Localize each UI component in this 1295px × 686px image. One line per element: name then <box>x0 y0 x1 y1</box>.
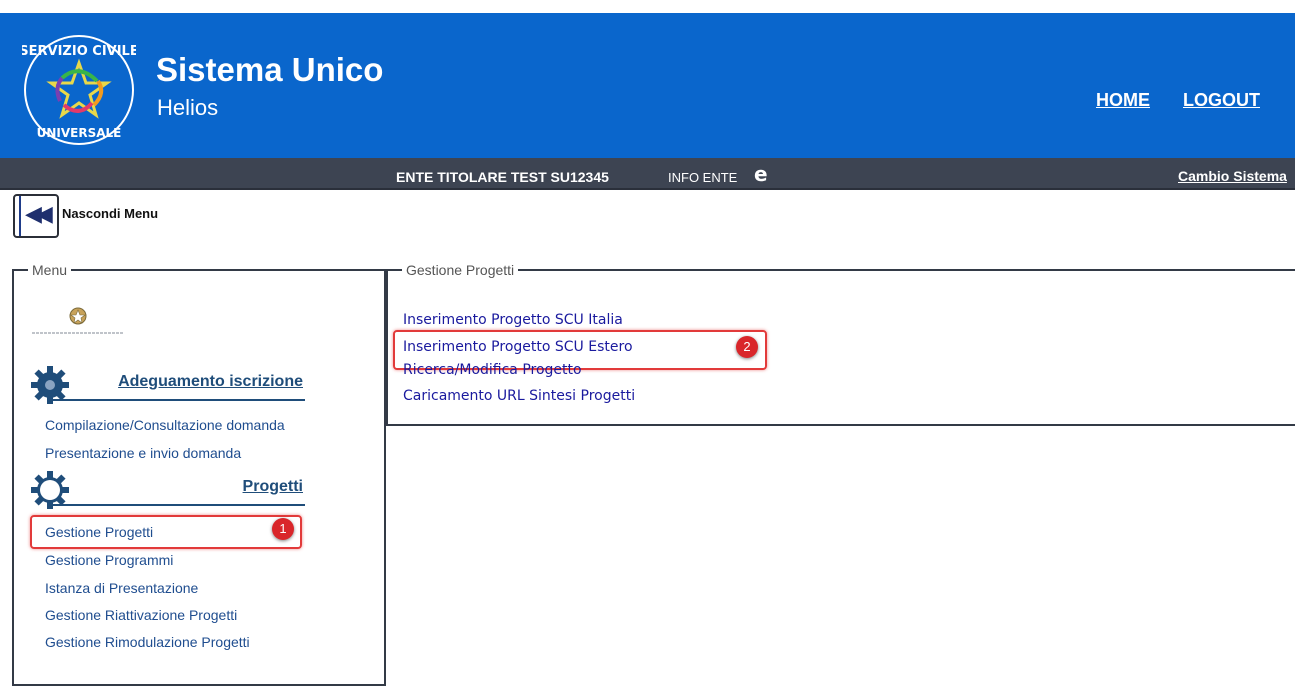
rewind-icon: ◀◀ <box>25 202 53 227</box>
link-caricamento-url[interactable]: Caricamento URL Sintesi Progetti <box>403 388 635 404</box>
link-ricerca-modifica[interactable]: Ricerca/Modifica Progetto <box>403 362 582 378</box>
step-badge-1: 1 <box>272 518 294 540</box>
svg-text:SERVIZIO CIVILE: SERVIZIO CIVILE <box>22 44 136 59</box>
gestione-progetti-legend: Gestione Progetti <box>406 262 515 278</box>
menu-item-gestione-programmi[interactable]: Gestione Programmi <box>45 552 173 568</box>
hide-menu-label[interactable]: Nascondi Menu <box>62 206 158 221</box>
home-link[interactable]: HOME <box>1096 90 1150 111</box>
entity-bar: ENTE TITOLARE TEST SU12345 INFO ENTE e C… <box>0 158 1295 190</box>
app-subtitle: Helios <box>157 95 219 120</box>
servizio-civile-logo: SERVIZIO CIVILE UNIVERSALE <box>22 35 136 145</box>
link-inserimento-italia[interactable]: Inserimento Progetto SCU Italia <box>403 312 623 328</box>
menu-item-compilazione[interactable]: Compilazione/Consultazione domanda <box>45 417 285 433</box>
hide-menu-button[interactable]: ◀◀ <box>13 194 59 238</box>
link-inserimento-estero[interactable]: Inserimento Progetto SCU Estero <box>403 339 633 355</box>
italian-republic-emblem <box>32 307 124 334</box>
app-header: SERVIZIO CIVILE UNIVERSALE Sistema Unico… <box>0 13 1295 158</box>
menu-legend: Menu <box>32 262 68 278</box>
section-adeguamento: Adeguamento iscrizione <box>30 365 305 405</box>
app-title: Sistema Unico <box>156 51 384 88</box>
section-progetti: Progetti <box>30 470 305 510</box>
menu-item-riattivazione[interactable]: Gestione Riattivazione Progetti <box>45 607 237 623</box>
svg-text:UNIVERSALE: UNIVERSALE <box>37 126 122 140</box>
logout-link[interactable]: LOGOUT <box>1183 90 1260 111</box>
top-spacer <box>0 0 1295 13</box>
e-icon[interactable]: e <box>754 162 768 186</box>
step-badge-2: 2 <box>736 336 758 358</box>
section-title-progetti[interactable]: Progetti <box>243 478 303 496</box>
section-underline <box>52 399 305 401</box>
section-title-adeguamento[interactable]: Adeguamento iscrizione <box>118 373 303 391</box>
section-underline <box>52 504 305 506</box>
menu-item-gestione-progetti[interactable]: Gestione Progetti <box>45 524 153 540</box>
button-bar <box>19 196 21 236</box>
menu-item-istanza[interactable]: Istanza di Presentazione <box>45 580 198 596</box>
entity-name: ENTE TITOLARE TEST SU12345 <box>396 169 609 185</box>
menu-item-presentazione[interactable]: Presentazione e invio domanda <box>45 445 241 461</box>
cambio-sistema-link[interactable]: Cambio Sistema <box>1178 168 1287 184</box>
info-ente-link[interactable]: INFO ENTE <box>668 170 737 185</box>
